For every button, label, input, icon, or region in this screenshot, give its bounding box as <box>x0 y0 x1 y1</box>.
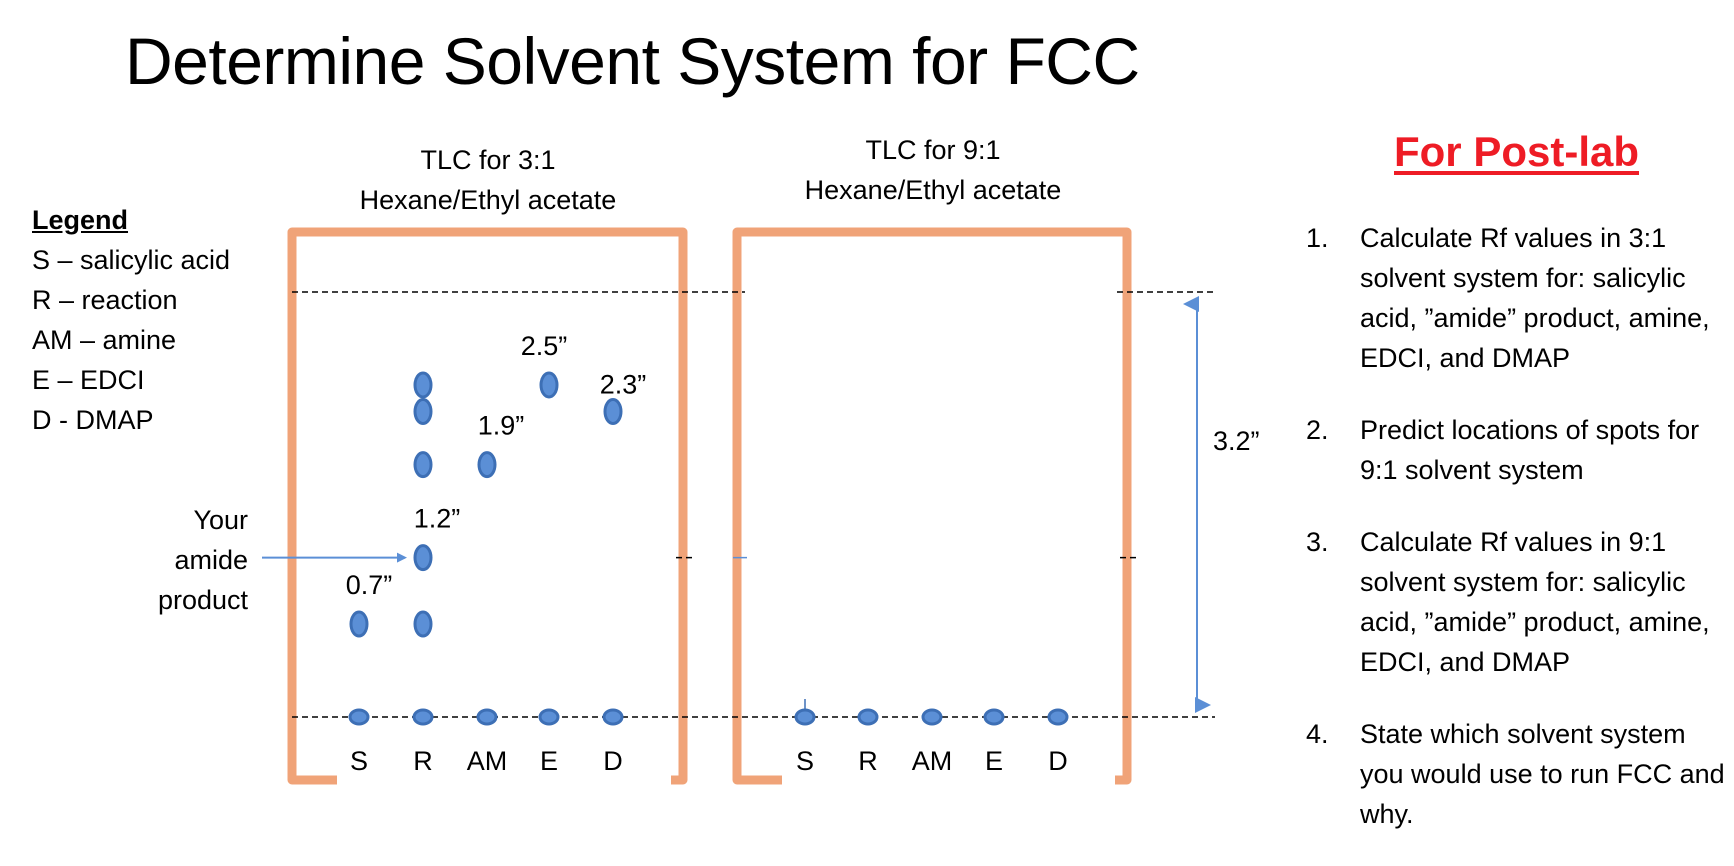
lane-label-e: E <box>540 746 558 776</box>
postlab-item: 1. Calculate Rf values in 3:1 solvent sy… <box>1306 218 1734 378</box>
origin-spot-s <box>348 708 370 726</box>
lane-label-r: R <box>413 746 433 776</box>
spot-r <box>413 451 433 479</box>
solvent-front-distance-label: 3.2” <box>1213 426 1260 456</box>
origin-spot-e <box>538 708 560 726</box>
spot-r <box>413 371 433 399</box>
lane-label-s: S <box>350 746 368 776</box>
spot-r <box>413 610 433 638</box>
distance-label-e: 2.5” <box>521 331 568 361</box>
origin-spot-d <box>602 708 624 726</box>
lane-label-s: S <box>796 746 814 776</box>
plate-1-frame <box>287 227 688 785</box>
spot-s <box>349 610 369 638</box>
postlab-item-text: State which solvent system you would use… <box>1360 719 1725 829</box>
postlab-title: For Post-lab <box>1394 128 1640 175</box>
postlab-item-text: Calculate Rf values in 9:1 solvent syste… <box>1360 527 1710 677</box>
distance-label-r: 1.2” <box>414 504 461 534</box>
lane-label-d: D <box>1048 746 1068 776</box>
postlab-item-text: Predict locations of spots for 9:1 solve… <box>1360 415 1700 485</box>
plate-2-frame <box>732 227 1132 785</box>
lane-label-d: D <box>603 746 623 776</box>
origin-spot-am <box>921 708 943 726</box>
postlab-item-number: 1. <box>1306 223 1329 253</box>
postlab-item: 2. Predict locations of spots for 9:1 so… <box>1306 410 1734 490</box>
origin-spot-d <box>1047 708 1069 726</box>
spot-r <box>413 544 433 572</box>
postlab-item-number: 4. <box>1306 719 1329 749</box>
spot-am <box>477 451 497 479</box>
distance-label-d: 2.3” <box>600 370 647 400</box>
lane-label-e: E <box>985 746 1003 776</box>
spot-e <box>539 371 559 399</box>
postlab-item-number: 3. <box>1306 527 1329 557</box>
lane-label-r: R <box>858 746 878 776</box>
origin-spot-r <box>857 708 879 726</box>
postlab-item: 3. Calculate Rf values in 9:1 solvent sy… <box>1306 522 1734 682</box>
postlab-item: 4. State which solvent system you would … <box>1306 714 1734 834</box>
postlab-item-number: 2. <box>1306 415 1329 445</box>
origin-spot-r <box>412 708 434 726</box>
lane-label-am: AM <box>912 746 953 776</box>
spot-r <box>413 398 433 426</box>
postlab-list: 1. Calculate Rf values in 3:1 solvent sy… <box>1306 218 1734 866</box>
origin-spot-am <box>476 708 498 726</box>
postlab-item-text: Calculate Rf values in 3:1 solvent syste… <box>1360 223 1710 373</box>
origin-spot-s <box>794 708 816 726</box>
distance-label-am: 1.9” <box>478 411 525 441</box>
origin-spot-e <box>983 708 1005 726</box>
distance-label-s: 0.7” <box>346 570 393 600</box>
spot-d <box>603 398 623 426</box>
lane-label-am: AM <box>467 746 508 776</box>
